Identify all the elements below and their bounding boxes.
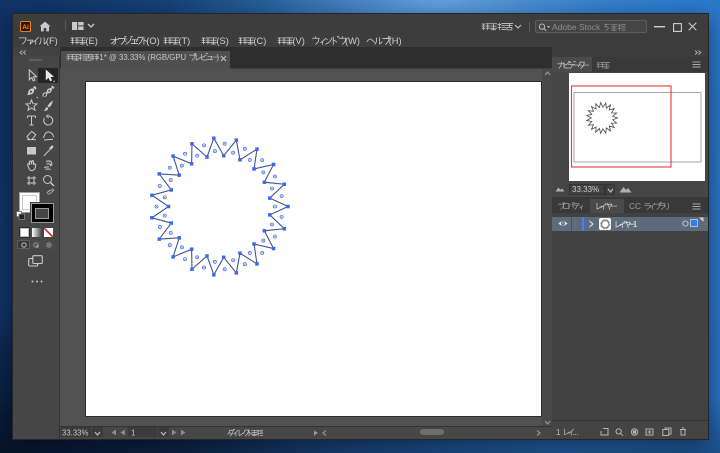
svg-text:(S): (S) (216, 36, 228, 46)
svg-text:33.33%: 33.33% (62, 429, 89, 438)
svg-text:(C): (C) (253, 36, 266, 46)
svg-text:(H): (H) (389, 36, 402, 46)
svg-text:(O): (O) (146, 36, 159, 46)
svg-text:33.33%: 33.33% (572, 185, 599, 194)
svg-text:Adobe Stock: Adobe Stock (552, 23, 601, 32)
svg-text:Ai: Ai (22, 24, 29, 31)
svg-text:-1* @ 33.33% (RGB/GPU: -1* @ 33.33% (RGB/GPU (97, 53, 187, 62)
svg-text:(T): (T) (178, 36, 190, 46)
svg-text:1: 1 (632, 220, 637, 229)
svg-text:(F): (F) (46, 36, 58, 46)
svg-text:(V): (V) (292, 36, 304, 46)
svg-text:1: 1 (556, 428, 561, 437)
svg-text:(E): (E) (85, 36, 97, 46)
svg-text:1: 1 (131, 429, 135, 438)
svg-text:CC: CC (629, 202, 641, 211)
svg-text:...: ... (572, 428, 579, 437)
svg-text:(W): (W) (345, 36, 360, 46)
